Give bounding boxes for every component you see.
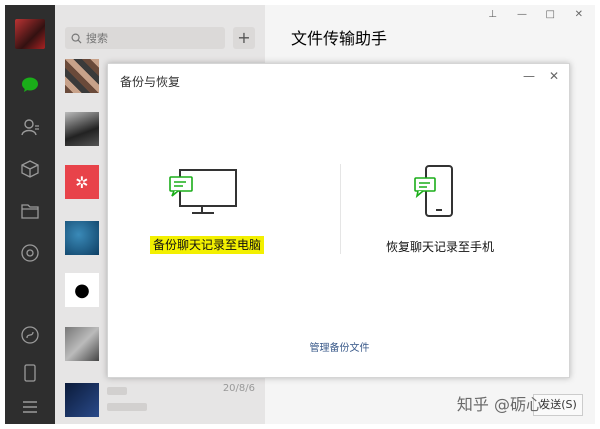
list-item[interactable] (107, 403, 147, 411)
chat-avatar[interactable] (65, 112, 99, 146)
chat-avatar[interactable]: ✲ (65, 165, 99, 199)
miniprogram-icon[interactable] (18, 323, 42, 347)
nav-sidebar (5, 5, 55, 424)
maximize-button[interactable]: □ (546, 9, 555, 20)
dialog-title: 备份与恢复 (120, 75, 181, 89)
chat-title: 文件传输助手 (291, 29, 388, 48)
contacts-icon[interactable] (18, 115, 42, 139)
chat-avatar[interactable] (65, 327, 99, 361)
chat-date: 20/8/6 (222, 383, 255, 394)
backup-restore-dialog: 备份与恢复 — ✕ 备份聊天记录至电脑 恢复聊天记录至手机 管理备份文件 (107, 63, 570, 378)
close-button[interactable]: ✕ (575, 9, 583, 20)
divider (340, 164, 341, 254)
chat-avatar[interactable] (65, 221, 99, 255)
computer-icon[interactable] (166, 168, 242, 220)
phone-device-icon[interactable] (412, 164, 456, 224)
search-input[interactable] (86, 31, 216, 45)
avatar[interactable] (15, 19, 45, 49)
dialog-close-button[interactable]: ✕ (549, 69, 559, 83)
pin-icon[interactable]: ⊥ (488, 9, 497, 20)
chat-avatar[interactable] (65, 383, 99, 417)
menu-icon[interactable] (18, 395, 42, 419)
dialog-minimize-button[interactable]: — (523, 69, 535, 83)
search-box[interactable] (65, 27, 225, 49)
phone-icon[interactable] (18, 361, 42, 385)
chat-icon[interactable] (18, 73, 42, 97)
backup-to-pc-label: 备份聊天记录至电脑 (150, 236, 265, 254)
manage-backup-link[interactable]: 管理备份文件 (108, 339, 571, 354)
list-item[interactable] (107, 387, 127, 395)
apple-icon[interactable]: ● (65, 273, 99, 307)
collections-icon[interactable] (18, 157, 42, 181)
restore-to-phone-option[interactable]: 恢复聊天记录至手机 (386, 238, 494, 255)
search-icon (71, 33, 82, 44)
moments-icon[interactable] (18, 241, 42, 265)
chat-avatar[interactable] (65, 59, 99, 93)
watermark-text: 知乎 @砺心 (456, 395, 542, 414)
folder-icon[interactable] (18, 199, 42, 223)
add-button[interactable]: + (233, 27, 255, 49)
minimize-button[interactable]: — (517, 9, 527, 20)
backup-to-pc-option[interactable]: 备份聊天记录至电脑 (150, 236, 265, 254)
